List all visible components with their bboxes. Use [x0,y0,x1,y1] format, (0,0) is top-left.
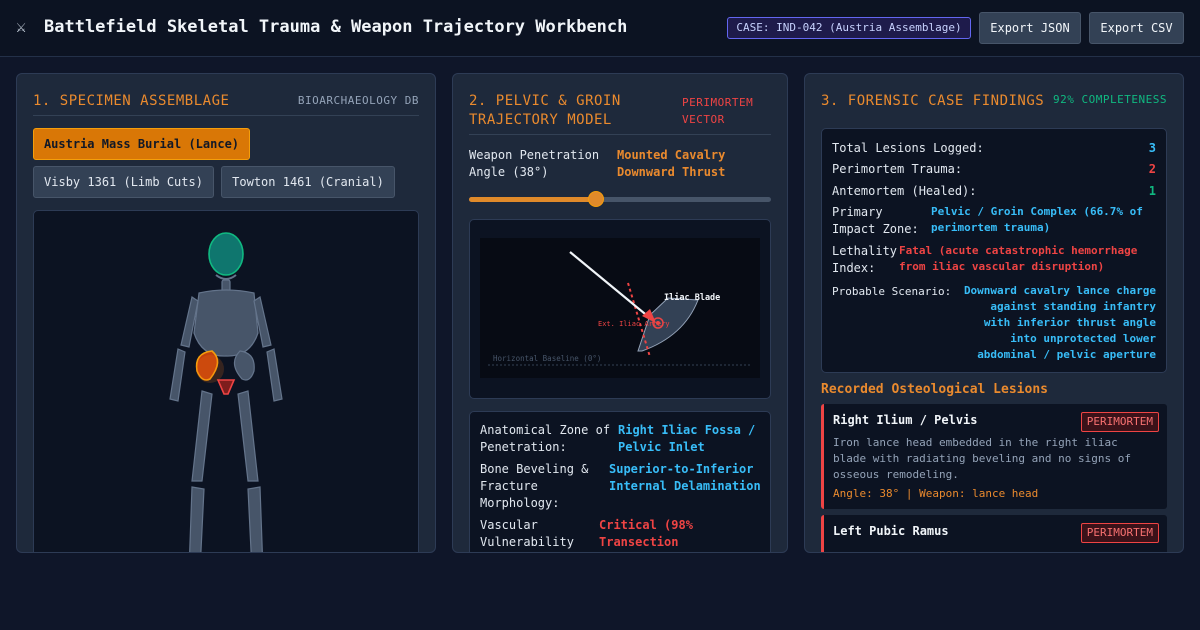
export-json-button[interactable]: Export JSON [979,12,1081,44]
ribcage [193,289,259,357]
skeleton-diagram [169,232,283,552]
app-title-text: Battlefield Skeletal Trauma & Weapon Tra… [44,17,628,37]
impact-dot [656,321,660,325]
total-lesions-value: 3 [1148,141,1156,155]
panel-tag: BIOARCHAEOLOGY DB [297,94,419,107]
scenario-value: Downward cavalry lance charge against st… [963,284,1156,361]
antemortem-value: 1 [1148,184,1156,198]
vascular-label: Vascular Vulnerability [480,518,574,549]
panel-title: 1. SPECIMEN ASSEMBLAGE [33,93,230,109]
angle-slider[interactable] [469,191,771,207]
slider-thumb[interactable] [587,191,604,207]
zone-value: Right Iliac Fossa / Pelvic Inlet [618,423,756,454]
top-bar: ⚔ Battlefield Skeletal Trauma & Weapon Tr… [0,0,1200,57]
lethality-value: Fatal (acute catastrophic hemorrhage fro… [899,244,1138,273]
export-csv-button[interactable]: Export CSV [1089,12,1184,44]
divider [469,134,771,135]
skull-zone[interactable] [208,232,244,276]
specimen-assemblage-panel: 1. SPECIMEN ASSEMBLAGE BIOARCHAEOLOGY DB… [16,73,436,553]
pubic-zone[interactable] [216,379,236,395]
perimortem-badge: PERIMORTEM [1080,412,1159,432]
skeleton-viewer [33,210,419,552]
trajectory-model-panel: 2. PELVIC & GROIN TRAJECTORY MODEL PERIM… [452,73,788,553]
app-title: ⚔ Battlefield Skeletal Trauma & Weapon Tr… [16,17,627,37]
lesion-name: Right Ilium / Pelvis [833,413,978,427]
scenario-label: Probable Scenario: [832,285,952,298]
divider [33,115,419,116]
lesion-description: Iron lance head embedded in the right il… [833,436,1132,481]
lesion-name: Left Pubic Ramus [833,524,949,538]
completeness-badge: 92% COMPLETENESS [1053,93,1167,106]
iliac-blade-label: Iliac Blade [664,292,720,303]
total-lesions-label: Total Lesions Logged: [832,141,984,155]
perimortem-value: 2 [1148,162,1156,176]
panel-tag: PERIMORTEM VECTOR [682,96,754,126]
primary-zone-label: Primary Impact Zone: [832,205,919,236]
case-badge: CASE: IND-042 (Austria Assemblage) [727,17,971,39]
beveling-label: Bone Beveling & Fracture Morphology: [480,462,589,510]
lesion-card[interactable]: Right Ilium / Pelvis PERIMORTEM Iron lan… [821,404,1167,509]
primary-zone-value: Pelvic / Groin Complex (66.7% of perimor… [931,205,1143,234]
antemortem-label: Antemortem (Healed): [832,184,977,198]
assemblage-option-austria[interactable]: Austria Mass Burial (Lance) [33,128,250,160]
trajectory-canvas: Horizontal Baseline (0°) Iliac Blade Ext… [480,238,760,378]
perimortem-badge: PERIMORTEM [1080,523,1159,543]
lesion-card[interactable]: Left Pubic Ramus PERIMORTEM [821,515,1167,552]
assemblage-option-towton[interactable]: Towton 1461 (Cranial) [221,166,395,198]
vascular-value: Critical (98% Transection [599,518,693,549]
perimortem-label: Perimortem Trauma: [832,162,963,176]
beveling-value: Superior-to-Inferior Internal Delaminati… [609,462,761,493]
left-ilium-zone[interactable] [233,350,255,381]
panel-title: 3. FORENSIC CASE FINDINGS [821,93,1045,109]
lethality-label: Lethality Index: [832,244,898,275]
lesion-meta: Angle: 38° | Weapon: lance head [833,487,1039,500]
forensic-findings-panel: 3. FORENSIC CASE FINDINGS 92% COMPLETENE… [804,73,1184,553]
impact-glow [196,355,224,383]
panel-title: 2. PELVIC & GROIN TRAJECTORY MODEL [469,93,621,128]
angle-value: Mounted Cavalry Downward Thrust [617,148,726,179]
findings-summary: Total Lesions Logged: 3 Perimortem Traum… [821,128,1167,373]
lesions-heading: Recorded Osteological Lesions [821,382,1048,397]
crossed-swords-icon: ⚔ [16,17,27,37]
assemblage-option-visby[interactable]: Visby 1361 (Limb Cuts) [33,166,214,198]
baseline-label: Horizontal Baseline (0°) [493,354,601,363]
zone-label: Anatomical Zone of Penetration: [480,423,611,454]
penetration-details: Anatomical Zone of Penetration: Right Il… [469,411,771,552]
slider-fill [469,197,596,202]
angle-label: Weapon Penetration Angle (38°) [469,148,600,179]
trajectory-diagram: Horizontal Baseline (0°) Iliac Blade Ext… [469,219,771,399]
